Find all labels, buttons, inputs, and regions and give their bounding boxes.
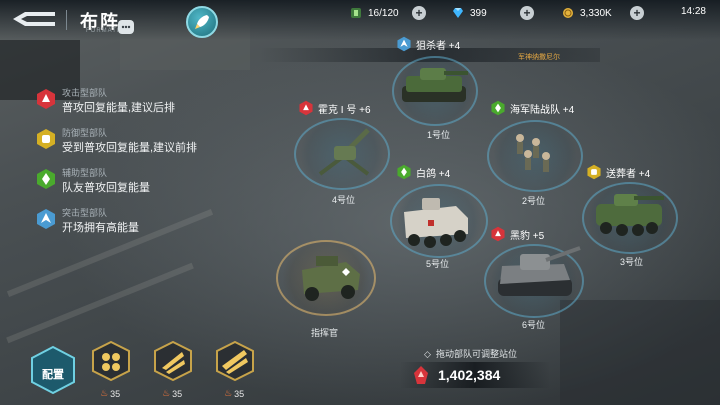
add-energy-button[interactable]: + — [412, 6, 426, 20]
formation-slot-1[interactable] — [90, 340, 132, 382]
diamond-value: 399 — [470, 7, 487, 19]
unit-tag: 狙杀者 +4 — [396, 36, 460, 52]
slot-label: 2号位 — [522, 196, 546, 206]
defense-type-icon — [37, 129, 55, 149]
artillery-unit-sprite — [318, 128, 370, 176]
unit-tag: 白鸽 +4 — [396, 164, 450, 180]
role-item-attack: 攻击型部队 普攻回复能量,建议后排 — [36, 84, 236, 124]
energy-icon — [351, 8, 361, 18]
slot-label: 4号位 — [332, 195, 356, 205]
slot-label: 6号位 — [522, 320, 546, 330]
terrain-corner — [560, 300, 720, 405]
defense-type-icon — [587, 164, 601, 180]
armored-vehicle-sprite — [596, 194, 664, 236]
heavy-tank-sprite — [498, 246, 581, 296]
role-legend: 攻击型部队 普攻回复能量,建议后排 防御型部队 受到普攻回复能量,建议前排 辅助… — [36, 84, 236, 244]
role-item-support: 辅助型部队 队友普攻回复能量 — [36, 164, 236, 204]
deploy-label: 配置 — [42, 369, 64, 381]
commander-label: 指挥官 — [311, 328, 339, 338]
formation-icon — [92, 340, 130, 382]
rocket-icon — [195, 15, 209, 29]
add-gold-button[interactable]: + — [630, 6, 644, 20]
formation-icon — [216, 340, 254, 382]
role-category: 攻击型部队 — [62, 88, 108, 98]
drag-hint-text: 拖动部队可调整站位 — [435, 349, 517, 359]
role-description: 受到普攻回复能量,建议前排 — [62, 142, 198, 154]
gold-resource: 3,330K + — [562, 4, 644, 22]
support-type-icon — [397, 164, 411, 180]
fuel-icon: ♨ — [162, 388, 171, 398]
energy-value: 16/120 — [368, 7, 399, 19]
unit-tag: 黑豹 +5 — [490, 226, 544, 242]
diamond-icon — [453, 8, 463, 18]
combat-power: 1,402,384 — [412, 363, 522, 387]
divider — [66, 10, 67, 30]
attack-type-icon — [491, 226, 505, 242]
support-type-icon — [491, 100, 505, 116]
gold-value: 3,330K — [580, 7, 612, 19]
armored-carrier-sprite — [404, 198, 468, 248]
formation-icon — [154, 340, 192, 382]
clock: 14:28 — [680, 6, 706, 17]
infantry-unit-sprite — [516, 134, 550, 172]
slot-label: 1号位 — [427, 130, 451, 140]
unit-name: 狙杀者 +4 — [416, 40, 461, 52]
gold-coin-icon — [563, 8, 573, 18]
slot-label: 3号位 — [620, 257, 644, 267]
slot-label: 5号位 — [426, 259, 450, 269]
attack-type-icon — [299, 100, 313, 116]
energy-resource: 16/120 + — [350, 4, 426, 22]
back-arrow-icon — [13, 12, 55, 26]
unit-tag: 霍克 I 号 +6 — [298, 100, 371, 116]
unit-name: 海军陆战队 +4 — [510, 104, 575, 116]
unit-tag: 送葬者 +4 — [586, 164, 650, 180]
event-text: 军神纳撒尼尔 — [518, 54, 560, 61]
fuel-icon: ♨ — [100, 388, 109, 398]
tank-unit-sprite — [402, 68, 468, 102]
unit-tag: 海军陆战队 +4 — [490, 100, 574, 116]
rocket-button[interactable] — [186, 6, 218, 38]
formation-cost: ♨ 35 — [100, 388, 121, 399]
attack-type-icon — [37, 89, 55, 109]
role-category: 突击型部队 — [62, 208, 108, 218]
assault-type-icon — [397, 36, 411, 52]
combat-power-value: 1,402,384 — [438, 367, 501, 383]
role-category: 辅助型部队 — [62, 168, 108, 178]
unit-name: 霍克 I 号 +6 — [318, 104, 371, 116]
chat-icon[interactable] — [118, 20, 134, 34]
unit-name: 送葬者 +4 — [606, 168, 651, 180]
diamond-resource: 399 + — [452, 4, 534, 22]
role-item-assault: 突击型部队 开场拥有高能量 — [36, 204, 236, 244]
support-type-icon — [37, 169, 55, 189]
combat-power-icon — [414, 366, 428, 384]
fuel-icon: ♨ — [224, 388, 233, 398]
role-category: 防御型部队 — [62, 128, 108, 138]
formation-cost: ♨ 35 — [224, 388, 245, 399]
unit-name: 黑豹 +5 — [510, 230, 545, 242]
role-item-defense: 防御型部队 受到普攻回复能量,建议前排 — [36, 124, 236, 164]
role-description: 开场拥有高能量 — [62, 222, 139, 234]
role-description: 普攻回复能量,建议后排 — [62, 102, 176, 114]
unit-name: 白鸽 +4 — [416, 168, 451, 180]
formation-slot-3[interactable] — [214, 340, 256, 382]
jeep-unit-sprite — [302, 256, 360, 301]
back-button[interactable] — [10, 8, 58, 30]
formation-slot-2[interactable] — [152, 340, 194, 382]
formation-cost: ♨ 35 — [162, 388, 183, 399]
add-diamond-button[interactable]: + — [520, 6, 534, 20]
drag-hint: ◇ 拖动部队可调整站位 — [424, 349, 517, 359]
assault-type-icon — [37, 209, 55, 229]
role-description: 队友普攻回复能量 — [62, 182, 150, 194]
